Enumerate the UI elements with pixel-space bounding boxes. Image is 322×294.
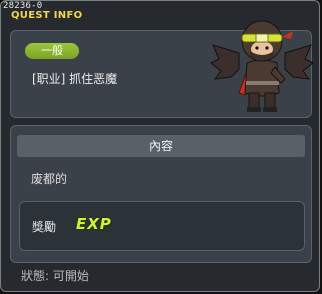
masked-ninja-npc-icon	[210, 20, 314, 112]
quest-description: 废都的	[31, 172, 68, 186]
exp-icon: EXP	[76, 215, 112, 233]
quest-category-badge: 一般	[25, 43, 79, 59]
quest-name: [职业] 抓住恶魔	[32, 72, 118, 86]
quest-content-panel: 內容 废都的 獎勵 EXP	[10, 125, 312, 263]
content-header: 內容	[17, 135, 305, 157]
reward-label: 獎勵	[32, 220, 57, 234]
reward-box: 獎勵 EXP	[19, 201, 305, 251]
quest-info-window: 28236-0 QUEST INFO 一般 [职业] 抓住恶魔 內容 废都的 獎…	[0, 0, 320, 292]
window-title: QUEST INFO	[11, 10, 83, 21]
quest-status: 狀態: 可開始	[21, 269, 89, 283]
